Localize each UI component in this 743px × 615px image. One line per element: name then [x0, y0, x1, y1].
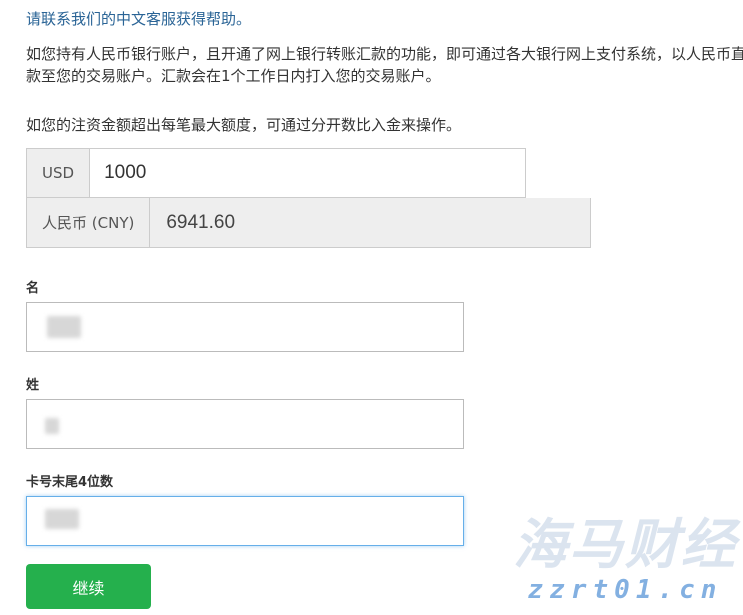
usd-amount-group: USD: [26, 148, 526, 198]
card-last4-label: 卡号末尾4位数: [26, 475, 114, 490]
cny-amount-value: 6941.60: [166, 211, 236, 233]
first-name-label: 名: [26, 281, 40, 296]
first-name-field[interactable]: [26, 302, 464, 352]
card-last4-field[interactable]: [26, 496, 464, 546]
last-name-field[interactable]: [26, 399, 464, 449]
usd-currency-label: USD: [27, 149, 91, 197]
last-name-label: 姓: [26, 378, 40, 393]
watermark-logo-text: 海马财经: [513, 513, 737, 576]
watermark: 海马财经 zzrt01.cn: [513, 513, 737, 606]
cny-amount-group: 人民币 (CNY) 6941.60: [26, 198, 591, 248]
redacted-value: [47, 316, 81, 338]
split-deposit-note: 如您的注资金额超出每笔最大额度，可通过分开数比入金来操作。: [26, 116, 462, 134]
cny-currency-label: 人民币 (CNY): [27, 198, 151, 247]
redacted-value: [45, 509, 79, 529]
continue-button[interactable]: 继续: [26, 564, 151, 609]
instructions-paragraph: 如您持有人民币银行账户，且开通了网上银行转账汇款的功能，即可通过各大银行网上支付…: [26, 45, 743, 85]
usd-amount-input[interactable]: [90, 149, 525, 197]
redacted-value: [45, 418, 59, 434]
watermark-url: zzrt01.cn: [527, 575, 723, 605]
contact-support-link[interactable]: 请联系我们的中文客服获得帮助。: [26, 8, 251, 30]
